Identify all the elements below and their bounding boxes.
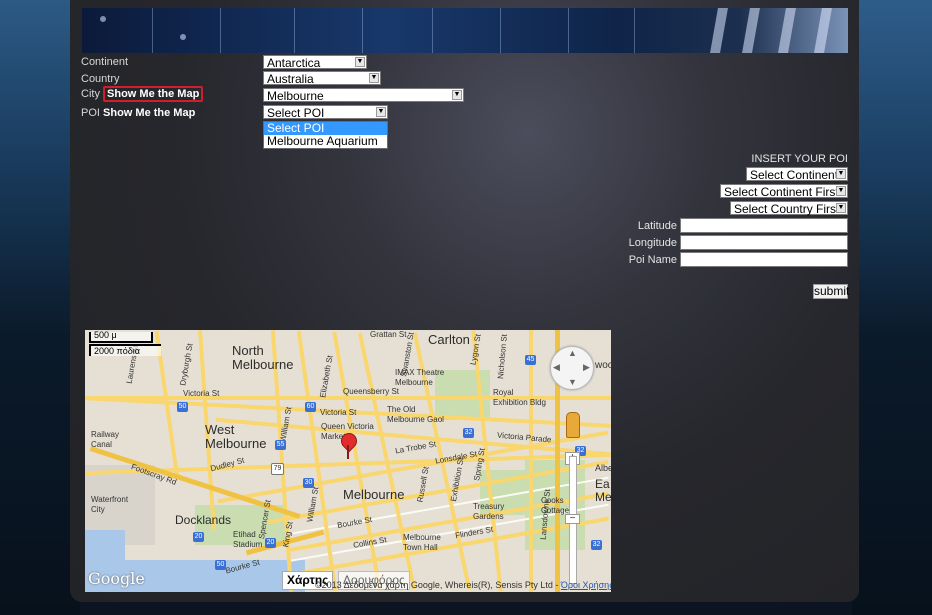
map-label-north-melbourne: North Melbourne <box>232 343 294 372</box>
poi-select[interactable]: Select POI ▼ <box>263 105 388 120</box>
poi-name-input[interactable] <box>680 252 848 267</box>
chevron-down-icon: ▼ <box>369 73 379 83</box>
map-label-queensberry: Queensberry St <box>343 387 400 396</box>
scale-top-label: 500 μ <box>94 330 117 340</box>
insert-city-value: Select Country First <box>734 202 840 216</box>
map-label-william-lower: William St <box>305 486 321 523</box>
map-label-dudley: Dudley St <box>209 455 246 474</box>
continent-select-value: Antarctica <box>267 56 321 70</box>
background-right <box>852 0 932 615</box>
pan-right-icon[interactable]: ▶ <box>583 362 590 373</box>
background-left <box>0 0 80 615</box>
city-select-value: Melbourne <box>267 89 324 103</box>
google-logo: Google <box>88 569 145 588</box>
chevron-down-icon: ▼ <box>836 186 846 196</box>
map-label-russell: Russell St <box>415 465 431 504</box>
route-shield: 32 <box>591 540 602 550</box>
pan-down-icon[interactable]: ▼ <box>568 377 577 387</box>
poi-dropdown-list: Select POI Melbourne Aquarium <box>263 121 388 149</box>
city-select[interactable]: Melbourne ▼ <box>263 88 464 103</box>
continent-label: Continent <box>81 56 129 68</box>
map-label-melbourne: Melbourne <box>343 487 405 502</box>
map-scale: 500 μ 2000 πόδια <box>89 330 161 356</box>
map-label-victoria-st: Victoria St <box>320 408 357 417</box>
poi-name-label: Poi Name <box>628 254 677 266</box>
continent-select[interactable]: Antarctica ▼ <box>263 55 367 70</box>
city-row-label: City Show Me the Map <box>81 86 204 102</box>
map-label-railway-canal: Railway Canal <box>91 430 120 449</box>
route-shield: 32 <box>463 428 474 438</box>
route-shield: 45 <box>525 355 536 365</box>
map-label-west-melbourne: West Melbourne <box>205 422 267 451</box>
street-view-pegman-icon[interactable] <box>566 412 580 438</box>
map-label-royal-exhibition: Royal Exhibition Bldg <box>493 388 546 407</box>
map-label-lygon: Lygon St <box>468 333 483 366</box>
map-label-waterfront: Waterfront City <box>91 495 129 514</box>
poi-label: POI <box>81 107 100 119</box>
map-label-town-hall: Melbourne Town Hall <box>403 533 441 552</box>
show-map-city-link[interactable]: Show Me the Map <box>103 86 204 102</box>
poi-row-label: POI Show Me the Map <box>81 107 195 120</box>
pan-left-icon[interactable]: ◀ <box>553 362 560 373</box>
route-shield: 79 <box>271 463 284 475</box>
map-label-east-melb: Ea Melb <box>595 477 611 504</box>
map-label-old-gaol: The Old Melbourne Gaol <box>387 405 444 424</box>
map-label-dryburgh: Dryburgh St <box>178 342 195 387</box>
map-label-treasury: Treasury Gardens <box>473 502 505 521</box>
pan-up-icon[interactable]: ▲ <box>568 348 577 358</box>
city-label: City <box>81 88 100 100</box>
country-select-value: Australia <box>267 72 314 86</box>
map-label-grattan: Grattan St <box>370 330 407 339</box>
country-select[interactable]: Australia ▼ <box>263 71 381 86</box>
map-label-nicholson: Nicholson St <box>496 333 509 380</box>
longitude-label: Longitude <box>628 237 677 249</box>
chevron-down-icon: ▼ <box>355 57 365 67</box>
route-shield: 50 <box>215 560 226 570</box>
insert-poi-title: INSERT YOUR POI <box>751 153 848 165</box>
latitude-input[interactable] <box>680 218 848 233</box>
chevron-down-icon: ▼ <box>836 203 846 213</box>
route-shield: 55 <box>275 440 286 450</box>
copyright-text: ©2013 Δεδομένα χάρτη Google, Whereis(R),… <box>315 580 559 590</box>
insert-city-select[interactable]: Select Country First ▼ <box>730 201 848 216</box>
chevron-down-icon: ▼ <box>836 169 846 179</box>
map-label-docklands: Docklands <box>175 513 232 527</box>
poi-select-value: Select POI <box>267 106 325 120</box>
map-label-victoria-st-left: Victoria St <box>183 389 220 398</box>
poi-option-melbourne-aquarium[interactable]: Melbourne Aquarium <box>264 135 387 148</box>
google-map[interactable]: North Melbourne Carlton West Melbourne M… <box>85 330 611 592</box>
map-pan-control[interactable]: ▲ ▼ ◀ ▶ <box>550 346 594 390</box>
map-label-carlton: Carlton <box>428 332 470 347</box>
latitude-label: Latitude <box>637 220 677 232</box>
map-label-wood: woo <box>595 360 611 371</box>
longitude-input[interactable] <box>680 235 848 250</box>
map-label-la-trobe: La Trobe St <box>394 439 437 456</box>
header-banner <box>82 8 848 53</box>
map-label-albe: Albe <box>595 463 611 473</box>
route-shield: 50 <box>177 402 188 412</box>
route-shield: 30 <box>303 478 314 488</box>
show-map-poi-link[interactable]: Show Me the Map <box>103 107 195 119</box>
zoom-slider-handle[interactable]: − <box>565 514 580 524</box>
insert-continent-select[interactable]: Select Continent ▼ <box>746 167 848 182</box>
map-copyright: ©2013 Δεδομένα χάρτη Google, Whereis(R),… <box>315 580 611 590</box>
terms-link[interactable]: Όροι Χρήσης <box>561 580 611 590</box>
scale-bottom-label: 2000 πόδια <box>94 346 140 356</box>
route-shield: 20 <box>265 538 276 548</box>
chevron-down-icon: ▼ <box>376 107 386 117</box>
submit-button[interactable]: submit <box>813 284 849 299</box>
country-label: Country <box>81 73 120 85</box>
chevron-down-icon: ▼ <box>452 90 462 100</box>
map-label-exhibition-st: Exhibition St <box>448 456 466 503</box>
insert-continent-value: Select Continent <box>750 168 839 182</box>
map-label-elizabeth: Elizabeth St <box>318 354 335 399</box>
route-shield: 60 <box>305 402 316 412</box>
insert-country-select[interactable]: Select Continent First ▼ <box>720 184 848 199</box>
route-shield: 20 <box>193 532 204 542</box>
insert-country-value: Select Continent First <box>724 185 839 199</box>
